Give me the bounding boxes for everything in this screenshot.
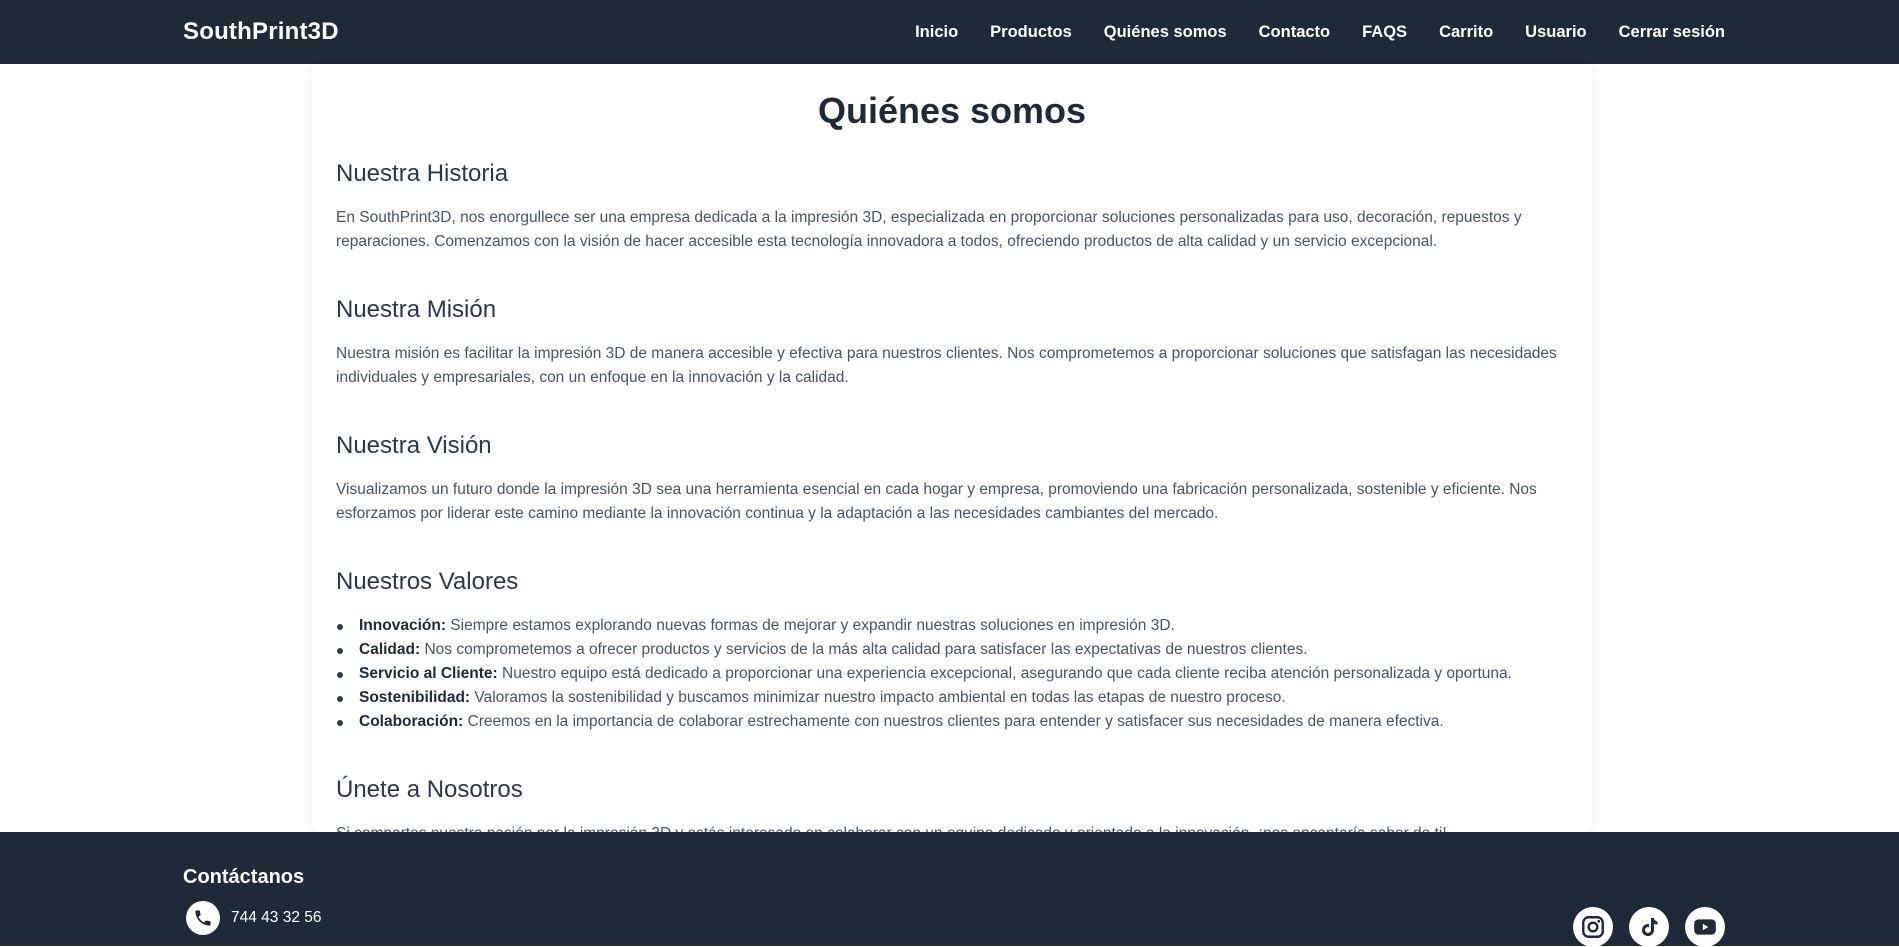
list-item: Colaboración: Creemos en la importancia … [336, 710, 1568, 734]
section-mision: Nuestra Misión Nuestra misión es facilit… [336, 296, 1568, 390]
nav-link-inicio[interactable]: Inicio [915, 23, 958, 41]
section-text-vision: Visualizamos un futuro donde la impresió… [336, 481, 1537, 522]
list-item: Sostenibilidad: Valoramos la sostenibili… [336, 686, 1568, 710]
nav-item-faqs: FAQS [1330, 23, 1407, 42]
page-title: Quiénes somos [817, 90, 1087, 131]
section-vision: Nuestra Visión Visualizamos un futuro do… [336, 432, 1568, 526]
nav-link-carrito[interactable]: Carrito [1439, 23, 1493, 41]
section-heading-historia: Nuestra Historia [336, 160, 509, 187]
social-links [1573, 907, 1725, 947]
section-heading-valores: Nuestros Valores [336, 568, 519, 595]
footer-phone-row: 744 43 32 56 [183, 901, 1725, 935]
nav-link-usuario[interactable]: Usuario [1525, 23, 1586, 41]
nav-item-carrito: Carrito [1407, 23, 1493, 42]
section-heading-unete: Únete a Nosotros [336, 776, 523, 803]
phone-icon [186, 901, 220, 935]
instagram-icon[interactable] [1573, 907, 1613, 947]
about-content-card: Quiénes somos Nuestra Historia En SouthP… [312, 64, 1592, 842]
list-item: Calidad: Nos comprometemos a ofrecer pro… [336, 638, 1568, 662]
footer-phone-number: 744 43 32 56 [231, 909, 322, 926]
value-desc: Nos comprometemos a ofrecer productos y … [420, 641, 1308, 658]
tiktok-icon[interactable] [1629, 907, 1669, 947]
value-desc: Creemos en la importancia de colaborar e… [463, 713, 1444, 730]
nav-item-productos: Productos [958, 23, 1072, 42]
values-list: Innovación: Siempre estamos explorando n… [336, 614, 1568, 734]
brand-logo-link[interactable]: SouthPrint3D [183, 18, 339, 46]
value-term: Calidad: [359, 641, 421, 658]
section-heading-mision: Nuestra Misión [336, 296, 497, 323]
nav-item-quienes-somos: Quiénes somos [1072, 23, 1227, 42]
value-term: Innovación: [359, 617, 446, 634]
value-term: Servicio al Cliente: [359, 665, 498, 682]
nav-link-quienes-somos[interactable]: Quiénes somos [1104, 23, 1227, 41]
youtube-icon[interactable] [1685, 907, 1725, 947]
list-item: Innovación: Siempre estamos explorando n… [336, 614, 1568, 638]
nav-links: Inicio Productos Quiénes somos Contacto … [883, 23, 1725, 42]
footer-contact-title: Contáctanos [183, 866, 305, 888]
value-desc: Valoramos la sostenibilidad y buscamos m… [470, 689, 1286, 706]
nav-link-productos[interactable]: Productos [990, 23, 1072, 41]
value-term: Sostenibilidad: [359, 689, 471, 706]
list-item: Servicio al Cliente: Nuestro equipo está… [336, 662, 1568, 686]
nav-link-cerrar-sesion[interactable]: Cerrar sesión [1619, 23, 1725, 41]
section-heading-vision: Nuestra Visión [336, 432, 492, 459]
section-text-mision: Nuestra misión es facilitar la impresión… [336, 345, 1557, 386]
nav-item-usuario: Usuario [1493, 23, 1586, 42]
nav-item-cerrar-sesion: Cerrar sesión [1587, 23, 1725, 42]
section-valores: Nuestros Valores Innovación: Siempre est… [336, 568, 1568, 734]
top-navbar: SouthPrint3D Inicio Productos Quiénes so… [0, 0, 1899, 64]
section-text-historia: En SouthPrint3D, nos enorgullece ser una… [336, 209, 1522, 250]
section-historia: Nuestra Historia En SouthPrint3D, nos en… [336, 160, 1568, 254]
nav-link-contacto[interactable]: Contacto [1259, 23, 1331, 41]
nav-link-faqs[interactable]: FAQS [1362, 23, 1407, 41]
value-desc: Nuestro equipo está dedicado a proporcio… [497, 665, 1512, 682]
nav-item-contacto: Contacto [1227, 23, 1331, 42]
nav-item-inicio: Inicio [883, 23, 958, 42]
value-desc: Siempre estamos explorando nuevas formas… [445, 617, 1175, 634]
value-term: Colaboración: [359, 713, 464, 730]
